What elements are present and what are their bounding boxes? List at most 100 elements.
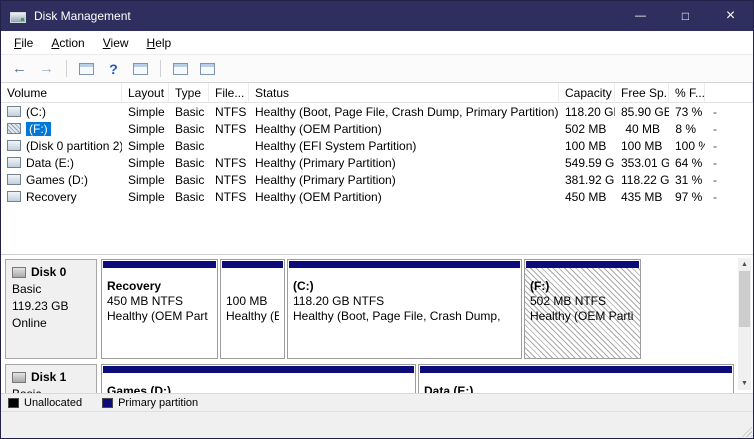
extra-cell: - [705, 122, 753, 136]
legend-bar: Unallocated Primary partition [1, 393, 753, 411]
partition-title: (F:) [530, 279, 635, 294]
partition-f-selected[interactable]: (F:) 502 MB NTFS Healthy (OEM Parti [524, 259, 641, 359]
disk-management-window: Disk Management — □ × File Action View H… [0, 0, 754, 439]
type-cell: Basic [169, 190, 209, 204]
caption-buttons: — □ × [618, 1, 753, 31]
window-title: Disk Management [34, 9, 131, 23]
partition-title: Games (D:) [107, 384, 410, 393]
partition-data-e[interactable]: Data (E:) [418, 364, 734, 393]
partition-recovery[interactable]: Recovery 450 MB NTFS Healthy (OEM Part [101, 259, 218, 359]
capacity-cell: 450 MB [559, 190, 615, 204]
minimize-button[interactable]: — [618, 1, 663, 31]
volume-row[interactable]: Data (E:) Simple Basic NTFS Healthy (Pri… [1, 154, 753, 171]
partition-title: (C:) [293, 279, 516, 294]
status-cell: Healthy (Primary Partition) [249, 156, 559, 170]
capacity-cell: 381.92 GB [559, 173, 615, 187]
column-header-extra[interactable] [705, 83, 753, 102]
partition-games-d[interactable]: Games (D:) [101, 364, 416, 393]
column-header-status[interactable]: Status [249, 83, 559, 102]
column-header-free-space[interactable]: Free Sp... [615, 83, 669, 102]
volume-icon [7, 123, 21, 134]
type-cell: Basic [169, 173, 209, 187]
show-hide-console-tree-button[interactable] [74, 57, 99, 80]
help-button[interactable]: ? [101, 57, 126, 80]
free-space-cell: 435 MB [615, 190, 669, 204]
disk-icon [12, 372, 26, 383]
filesystem-cell: NTFS [209, 156, 249, 170]
volume-row-selected[interactable]: (F:) Simple Basic NTFS Healthy (OEM Part… [1, 120, 753, 137]
volume-cell: Recovery [1, 190, 122, 204]
vertical-scrollbar[interactable]: ▲ ▼ [738, 258, 751, 390]
volume-row[interactable]: (Disk 0 partition 2) Simple Basic Health… [1, 137, 753, 154]
extra-cell: - [705, 139, 753, 153]
volume-row[interactable]: (C:) Simple Basic NTFS Healthy (Boot, Pa… [1, 103, 753, 120]
back-icon: ← [12, 61, 27, 76]
status-cell: Healthy (OEM Partition) [249, 190, 559, 204]
primary-partition-strip [103, 261, 216, 268]
column-header-volume[interactable]: Volume [1, 83, 122, 102]
partition-title: Recovery [107, 279, 212, 294]
layout-cell: Simple [122, 122, 169, 136]
partition-size: 100 MB [226, 294, 279, 309]
show-hide-action-pane-button[interactable] [128, 57, 153, 80]
forward-button[interactable]: → [34, 57, 59, 80]
type-cell: Basic [169, 122, 209, 136]
column-header-percent-free[interactable]: % F... [669, 83, 705, 102]
layout-cell: Simple [122, 139, 169, 153]
menu-item-file[interactable]: File [5, 33, 42, 53]
partition-size: 502 MB NTFS [530, 294, 635, 309]
partition-status: Healthy (Boot, Page File, Crash Dump, [293, 309, 516, 324]
filesystem-cell: NTFS [209, 122, 249, 136]
console-tree-icon [79, 63, 94, 75]
volume-icon [7, 191, 21, 202]
titlebar[interactable]: Disk Management — □ × [1, 1, 753, 31]
toolbar-separator [66, 60, 67, 77]
forward-icon: → [39, 61, 54, 76]
scroll-thumb[interactable] [739, 271, 750, 327]
primary-partition-strip [103, 366, 414, 373]
disk-1-row: Disk 1 Basic Games (D:) Data (E:) [5, 364, 735, 393]
legend-primary-partition: Primary partition [102, 397, 198, 409]
back-button[interactable]: ← [7, 57, 32, 80]
filesystem-cell: NTFS [209, 173, 249, 187]
percent-free-cell: 100 % [669, 139, 705, 153]
column-header-type[interactable]: Type [169, 83, 209, 102]
type-cell: Basic [169, 139, 209, 153]
partition-size: 118.20 GB NTFS [293, 294, 516, 309]
partition-efi[interactable]: 100 MB Healthy (EFI S [220, 259, 285, 359]
menu-item-view[interactable]: View [94, 33, 138, 53]
maximize-button[interactable]: □ [663, 1, 708, 31]
disk-0-partitions: Recovery 450 MB NTFS Healthy (OEM Part 1… [101, 259, 735, 359]
toolbar-separator [160, 60, 161, 77]
layout-cell: Simple [122, 156, 169, 170]
extra-cell: - [705, 156, 753, 170]
volume-row[interactable]: Recovery Simple Basic NTFS Healthy (OEM … [1, 188, 753, 205]
disk-0-panel[interactable]: Disk 0 Basic 119.23 GB Online [5, 259, 97, 359]
extra-cell: - [705, 105, 753, 119]
layout-cell: Simple [122, 173, 169, 187]
volume-label: Data (E:) [26, 156, 74, 170]
status-cell: Healthy (OEM Partition) [249, 122, 559, 136]
resize-grip[interactable] [739, 424, 752, 437]
close-button[interactable]: × [708, 1, 753, 31]
properties-icon [200, 63, 215, 75]
disk-type: Basic [12, 282, 90, 296]
legend-unallocated: Unallocated [8, 397, 82, 409]
menu-item-action[interactable]: Action [42, 33, 93, 53]
type-cell: Basic [169, 105, 209, 119]
column-header-filesystem[interactable]: File... [209, 83, 249, 102]
column-header-capacity[interactable]: Capacity [559, 83, 615, 102]
volume-label: (Disk 0 partition 2) [26, 139, 122, 153]
partition-c[interactable]: (C:) 118.20 GB NTFS Healthy (Boot, Page … [287, 259, 522, 359]
volume-row[interactable]: Games (D:) Simple Basic NTFS Healthy (Pr… [1, 171, 753, 188]
filesystem-cell: NTFS [209, 105, 249, 119]
column-header-layout[interactable]: Layout [122, 83, 169, 102]
properties-button[interactable] [195, 57, 220, 80]
scroll-down-icon[interactable]: ▼ [738, 377, 751, 390]
volume-icon [7, 106, 21, 117]
scroll-up-icon[interactable]: ▲ [738, 258, 751, 271]
menu-item-help[interactable]: Help [138, 33, 181, 53]
disk-1-panel[interactable]: Disk 1 Basic [5, 364, 97, 393]
views-button[interactable] [168, 57, 193, 80]
status-cell: Healthy (EFI System Partition) [249, 139, 559, 153]
